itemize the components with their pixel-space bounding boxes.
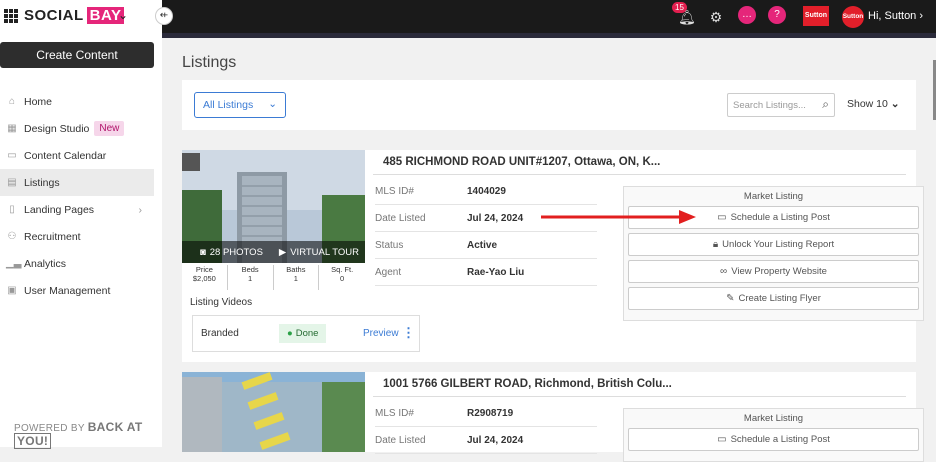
chat-icon[interactable]: … (738, 6, 756, 24)
info-row: Date Listed Jul 24, 2024 (375, 427, 597, 454)
market-listing-title: Market Listing (743, 413, 804, 424)
video-item: Branded ● Done Preview ⋮ (192, 315, 420, 352)
sidebar-item-home[interactable]: ⌂ Home (0, 88, 162, 115)
calendar-icon: ▭ (717, 434, 727, 445)
listing-card: 1001 5766 GILBERT ROAD, Richmond, Britis… (182, 372, 924, 462)
search-input[interactable]: Search Listings... ⌕ (727, 93, 835, 117)
avatar[interactable]: Sutton (842, 6, 864, 28)
sidebar-item-listings[interactable]: ▤ Listings (0, 169, 154, 196)
schedule-listing-post-button[interactable]: ▭ Schedule a Listing Post (628, 428, 919, 451)
preview-link[interactable]: Preview (363, 328, 399, 339)
sidebar-item-design-studio[interactable]: ▦ Design Studio New (0, 115, 162, 142)
virtual-tour-link[interactable]: VIRTUAL TOUR (290, 247, 359, 258)
status-badge: ● Done (279, 324, 327, 343)
photo-overlay-bar: ◙ 28 PHOTOS ▶ VIRTUAL TOUR (182, 241, 365, 263)
calendar-icon: ▭ (7, 150, 17, 161)
listing-photo[interactable]: ◙ 28 PHOTOS ▶ VIRTUAL TOUR Price $2,050 B… (182, 150, 365, 290)
brand-chevron-down-icon[interactable]: ⌄ (118, 8, 128, 22)
page-title: Listings (182, 54, 237, 71)
stat-beds: Beds 1 (228, 265, 274, 290)
link-icon: ∞ (720, 266, 728, 277)
sidebar-item-label: Recruitment (24, 230, 81, 243)
brokerage-logo: Sutton (803, 6, 829, 26)
sidebar-item-user-management[interactable]: ▣ User Management (0, 277, 162, 304)
sidebar-item-label: Listings (24, 176, 60, 189)
play-icon: ▶ (278, 246, 287, 258)
sidebar-item-landing-pages[interactable]: ▯ Landing Pages › (0, 196, 162, 223)
design-icon: ▦ (7, 123, 17, 134)
chevron-right-icon: › (138, 203, 143, 216)
help-icon[interactable]: ? (768, 6, 786, 24)
search-icon[interactable]: ⌕ (822, 97, 829, 112)
page-icon: ▯ (9, 204, 15, 215)
sidebar-item-label: Design Studio (24, 122, 90, 135)
chevron-down-icon: ⌄ (268, 98, 277, 110)
market-listing-panel: Market Listing ▭ Schedule a Listing Post … (623, 186, 924, 321)
user-menu[interactable]: Hi, Sutton › (868, 10, 923, 22)
more-options-icon[interactable]: ⋮ (402, 325, 415, 341)
edit-icon: ✎ (726, 293, 735, 304)
users-icon: ▣ (7, 285, 17, 296)
photos-count[interactable]: 28 PHOTOS (210, 247, 263, 258)
powered-by: POWERED BY BACK AT YOU! (14, 420, 143, 449)
create-content-button[interactable]: Create Content (0, 42, 154, 68)
collapse-sidebar-icon[interactable]: ⇷ (155, 7, 173, 25)
sidebar-item-content-calendar[interactable]: ▭ Content Calendar (0, 142, 162, 169)
lock-icon: 🔒︎ (712, 239, 719, 250)
gear-icon[interactable]: ⚙ (708, 9, 724, 25)
apps-grid-icon[interactable] (4, 9, 18, 23)
filter-bar: All Listings ⌄ Search Listings... ⌕ Show 1… (182, 80, 916, 130)
stat-baths: Baths 1 (274, 265, 320, 290)
listing-building-image (182, 372, 365, 452)
listing-photo[interactable] (182, 372, 365, 452)
listings-filter-select[interactable]: All Listings ⌄ (194, 92, 286, 118)
listing-videos-title: Listing Videos (190, 297, 253, 308)
sidebar-item-label: Home (24, 95, 53, 108)
sidebar-item-label: Landing Pages (24, 203, 95, 216)
new-badge: New (94, 121, 125, 136)
info-row: Status Active (375, 232, 597, 259)
main-content: Listings All Listings ⌄ Search Listings..… (162, 38, 926, 462)
sidebar-item-analytics[interactable]: ▁▃ Analytics (0, 250, 162, 277)
info-row: MLS ID# 1404029 (375, 178, 597, 205)
show-count-select[interactable]: Show 10 ⌄ (847, 98, 900, 110)
people-icon: ⚇ (7, 231, 17, 242)
stat-price: Price $2,050 (182, 265, 228, 290)
unlock-listing-report-button[interactable]: 🔒︎ Unlock Your Listing Report (628, 233, 919, 256)
listing-address[interactable]: 1001 5766 GILBERT ROAD, Richmond, Britis… (383, 378, 672, 390)
sidebar: SOCIAL BAY ⌄ Create Content ⌂ Home ▦ Design… (0, 0, 162, 449)
listing-card: ◙ 28 PHOTOS ▶ VIRTUAL TOUR Price $2,050 B… (182, 150, 924, 362)
info-row: Agent Rae-Yao Liu (375, 259, 597, 286)
camera-icon: ◙ (200, 246, 206, 258)
home-icon: ⌂ (8, 96, 16, 107)
stat-sqft: Sq. Ft. 0 (331, 265, 354, 283)
video-label: Branded (201, 328, 239, 339)
sidebar-item-recruitment[interactable]: ⚇ Recruitment (0, 223, 162, 250)
divider (373, 396, 906, 397)
listings-icon: ▤ (7, 177, 17, 188)
listing-info: MLS ID# R2908719 Date Listed Jul 24, 2024 (375, 400, 597, 454)
chart-icon: ▁▃ (6, 258, 22, 269)
brand[interactable]: SOCIAL BAY ⌄ (0, 0, 162, 33)
market-listing-panel: Market Listing ▭ Schedule a Listing Post (623, 408, 924, 462)
annotation-arrow-icon (541, 210, 696, 224)
listing-address[interactable]: 485 RICHMOND ROAD UNIT#1207, Ottawa, ON,… (383, 156, 660, 168)
bell-icon[interactable]: 🔔︎ (678, 9, 696, 25)
sidebar-nav: ⌂ Home ▦ Design Studio New ▭ Content Calenda… (0, 88, 162, 304)
divider (373, 174, 906, 175)
view-property-website-button[interactable]: ∞ View Property Website (628, 260, 919, 283)
calendar-icon: ▭ (717, 212, 727, 223)
create-listing-flyer-button[interactable]: ✎ Create Listing Flyer (628, 287, 919, 310)
market-listing-title: Market Listing (743, 191, 804, 202)
sidebar-item-label: User Management (24, 284, 111, 297)
brand-logo: SOCIAL BAY (24, 7, 125, 24)
sidebar-item-label: Analytics (24, 257, 67, 270)
listing-stats: Price $2,050 Beds 1 Baths 1 Sq. Ft. 0 (182, 263, 365, 290)
info-row: MLS ID# R2908719 (375, 400, 597, 427)
sidebar-item-label: Content Calendar (24, 149, 107, 162)
listing-info: MLS ID# 1404029 Date Listed Jul 24, 2024 S… (375, 178, 597, 286)
